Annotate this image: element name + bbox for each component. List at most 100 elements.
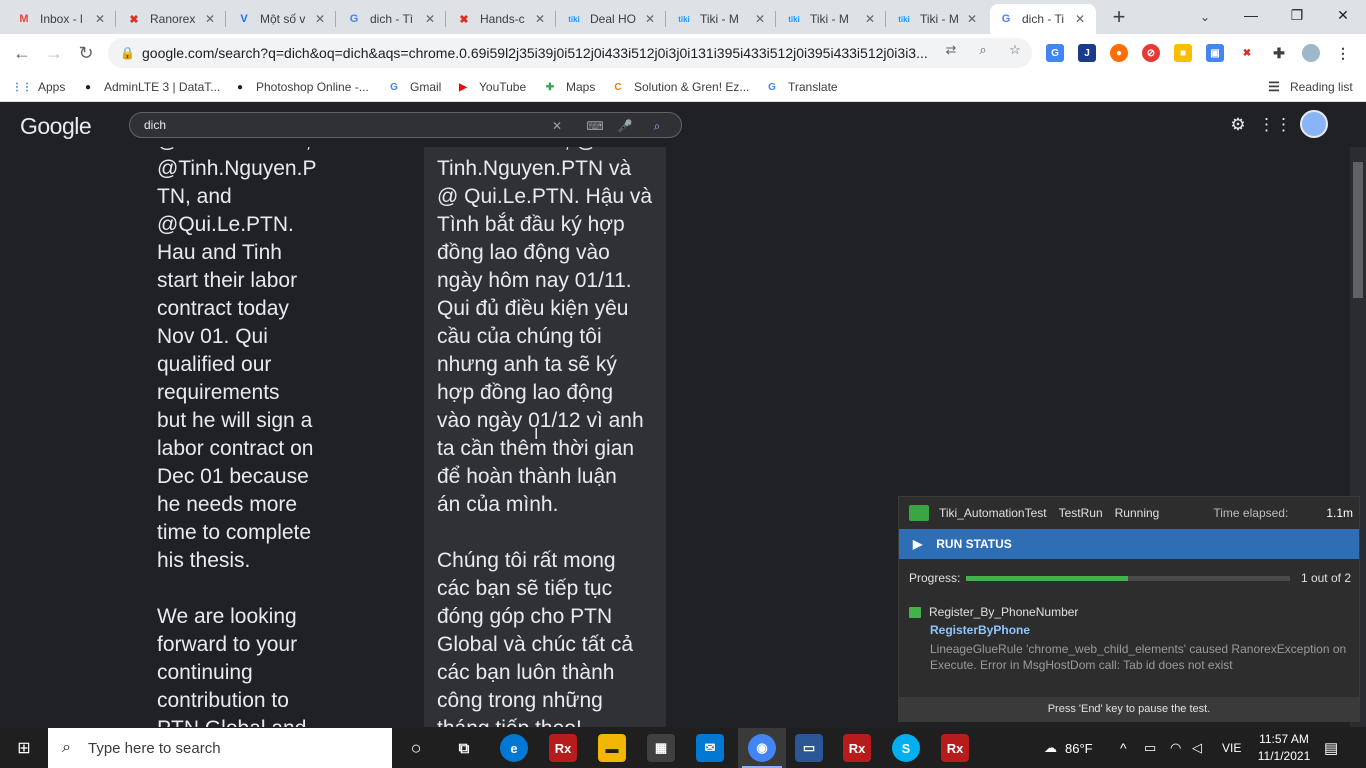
tab-search-button[interactable]: ⌄: [1194, 6, 1216, 28]
taskbar-search[interactable]: ⌕ Type here to search: [48, 728, 392, 768]
run-status-bar[interactable]: ▶ RUN STATUS: [899, 529, 1359, 559]
keyboard-icon[interactable]: ⌨: [586, 117, 604, 135]
ranorex-run: TestRun: [1058, 506, 1103, 520]
extension-j-icon[interactable]: J: [1078, 44, 1096, 62]
tiki-icon: tiki: [678, 14, 690, 24]
tab-close-icon[interactable]: ✕: [1072, 11, 1088, 27]
google-search-box[interactable]: dich ✕ ⌨ 🎤 ⌕: [129, 112, 682, 138]
tiki-icon: tiki: [898, 14, 910, 24]
language-indicator[interactable]: VIE: [1222, 728, 1241, 768]
bookmark-label: Apps: [38, 80, 66, 94]
system-clock[interactable]: 11:57 AM 11/1/2021: [1256, 731, 1312, 765]
tab-close-icon[interactable]: ✕: [532, 11, 548, 27]
notifications-icon[interactable]: ▤: [1324, 728, 1338, 768]
windows-start-icon[interactable]: ⊞: [0, 728, 48, 768]
target-text: Hau.Lau.PTN, @ Tinh.Nguyen.PTN và @ Qui.…: [437, 147, 653, 727]
bookmark-item[interactable]: G Gmail: [386, 77, 441, 97]
restore-button[interactable]: ❐: [1274, 0, 1320, 30]
bookmark-star-icon[interactable]: ☆: [1006, 41, 1024, 59]
ranorex-extension-icon[interactable]: ✖: [1238, 44, 1256, 62]
browser-tab[interactable]: Gdich - Ti ✕: [990, 4, 1096, 34]
close-window-button[interactable]: ✕: [1320, 0, 1366, 30]
extension-firefox-icon[interactable]: ●: [1110, 44, 1128, 62]
weather-widget[interactable]: ☁ 86°F: [1044, 728, 1093, 768]
reading-list-button[interactable]: ☰ Reading list: [1266, 77, 1353, 97]
zoom-icon[interactable]: ⌕: [974, 41, 992, 59]
tab-close-icon[interactable]: ✕: [422, 11, 438, 27]
bookmark-item[interactable]: ⋮⋮ Apps: [12, 77, 66, 97]
tab-close-icon[interactable]: ✕: [92, 11, 108, 27]
tab-close-icon[interactable]: ✕: [312, 11, 328, 27]
browser-tab[interactable]: V Một số v ✕: [228, 4, 336, 34]
tab-close-icon[interactable]: ✕: [964, 11, 980, 27]
lock-icon: 🔒: [120, 46, 135, 60]
ranorex-runner-icon[interactable]: Rx: [941, 734, 969, 762]
browser-tab[interactable]: tiki Tiki - M ✕: [888, 4, 988, 34]
weather-icon: ☁: [1044, 740, 1057, 755]
tab-separator: [885, 11, 886, 27]
store-icon[interactable]: ▦: [647, 734, 675, 762]
account-avatar[interactable]: [1300, 110, 1328, 138]
volume-icon[interactable]: ◁: [1192, 728, 1202, 768]
address-bar[interactable]: 🔒 google.com/search?q=dich&oq=dich&aqs=c…: [108, 38, 1032, 68]
settings-gear-icon[interactable]: ⚙: [1226, 113, 1250, 137]
bookmark-item[interactable]: G Translate: [764, 77, 837, 97]
minimize-button[interactable]: —: [1228, 0, 1274, 30]
back-button[interactable]: ←: [8, 39, 36, 67]
play-icon: ▶: [913, 537, 923, 551]
google-logo[interactable]: Google: [20, 113, 92, 140]
tab-close-icon[interactable]: ✕: [752, 11, 768, 27]
bookmark-item[interactable]: ✚ Maps: [542, 77, 596, 97]
ranorex-icon[interactable]: Rx: [843, 734, 871, 762]
bookmark-item[interactable]: C Solution & Gren! Ez...: [610, 77, 749, 97]
scrollbar-thumb[interactable]: [1353, 162, 1363, 298]
testcase-row: Register_By_PhoneNumber: [909, 605, 1078, 619]
bookmark-item[interactable]: ● AdminLTE 3 | DataT...: [80, 77, 220, 97]
extension-window-icon[interactable]: ▣: [1206, 44, 1224, 62]
browser-tab[interactable]: tiki Tiki - M ✕: [778, 4, 886, 34]
extensions-puzzle-icon[interactable]: ✚: [1270, 44, 1288, 62]
profile-avatar-icon[interactable]: [1302, 44, 1320, 62]
wifi-icon[interactable]: ◠: [1170, 728, 1181, 768]
chrome-menu-icon[interactable]: ⋮: [1334, 44, 1352, 62]
translate-page-icon[interactable]: ⇄: [942, 41, 960, 59]
remote-desktop-icon[interactable]: ▭: [795, 734, 823, 762]
edge-icon[interactable]: e: [500, 734, 528, 762]
clear-search-icon[interactable]: ✕: [548, 117, 566, 135]
tab-close-icon[interactable]: ✕: [642, 11, 658, 27]
new-tab-button[interactable]: +: [1108, 4, 1130, 29]
bookmark-item[interactable]: ▶ YouTube: [455, 77, 526, 97]
voice-search-icon[interactable]: 🎤: [616, 117, 634, 135]
browser-tab[interactable]: ✖ Hands-c ✕: [448, 4, 556, 34]
tab-close-icon[interactable]: ✕: [862, 11, 878, 27]
ranorex-icon: ✖: [129, 13, 139, 26]
battery-icon[interactable]: ▭: [1144, 728, 1156, 768]
browser-tab[interactable]: Gdich - Tì ✕: [338, 4, 446, 34]
ranorex-studio-icon[interactable]: Rx: [549, 734, 577, 762]
tab-title: Hands-c: [480, 12, 525, 26]
search-icon[interactable]: ⌕: [648, 117, 666, 135]
browser-tab[interactable]: tiki Tiki - M ✕: [668, 4, 776, 34]
bookmarks-bar: ⋮⋮ Apps ● AdminLTE 3 | DataT... ● Photoshop O…: [0, 72, 1366, 102]
skype-icon[interactable]: S: [892, 734, 920, 762]
extension-colors-icon[interactable]: ■: [1174, 44, 1192, 62]
extension-block-icon[interactable]: ⊘: [1142, 44, 1160, 62]
cortana-icon[interactable]: ○: [402, 734, 430, 762]
reload-button[interactable]: ↻: [72, 39, 100, 67]
mail-icon[interactable]: ✉: [696, 734, 724, 762]
tab-close-icon[interactable]: ✕: [202, 11, 218, 27]
bookmark-item[interactable]: ● Photoshop Online -...: [232, 77, 369, 97]
search-query[interactable]: dich: [144, 118, 166, 132]
google-apps-icon[interactable]: ⋮⋮: [1258, 113, 1292, 137]
browser-tab[interactable]: ✖ Ranorex ✕: [118, 4, 226, 34]
tray-chevron-icon[interactable]: ^: [1120, 728, 1127, 768]
browser-tab[interactable]: tiki Deal HO ✕: [558, 4, 666, 34]
tab-title: dich - Ti: [1022, 12, 1065, 26]
file-explorer-icon[interactable]: ▬: [598, 734, 626, 762]
chrome-icon[interactable]: ◉: [748, 734, 776, 762]
google-translate-extension-icon[interactable]: G: [1046, 44, 1064, 62]
browser-tab[interactable]: M Inbox - l ✕: [8, 4, 116, 34]
address-url[interactable]: google.com/search?q=dich&oq=dich&aqs=chr…: [142, 45, 932, 61]
forward-button[interactable]: →: [40, 39, 68, 67]
task-view-icon[interactable]: ⧉: [450, 734, 478, 762]
